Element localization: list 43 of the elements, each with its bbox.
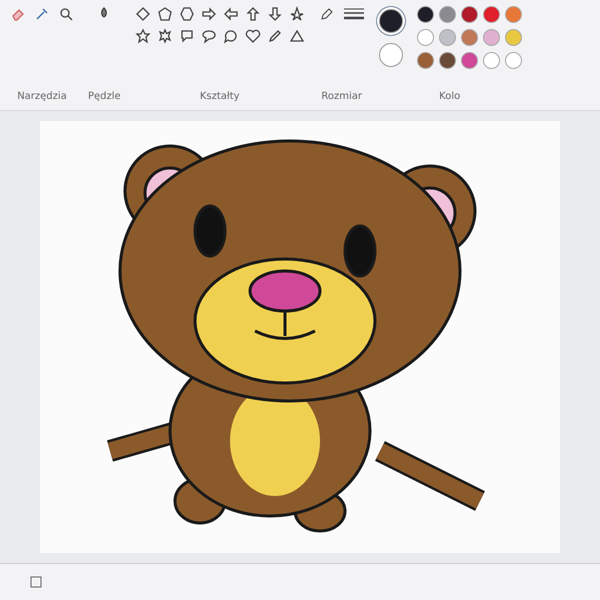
shape-icon[interactable]: [178, 28, 195, 44]
color-swatch[interactable]: [482, 52, 500, 69]
color-swatch[interactable]: [504, 29, 522, 46]
shape-icon[interactable]: [178, 6, 195, 22]
shape-icon[interactable]: [288, 28, 305, 44]
shape-icon[interactable]: [222, 6, 239, 22]
group-label: Rozmiar: [321, 91, 362, 102]
shape-icon[interactable]: [244, 28, 261, 44]
color-swatch[interactable]: [460, 29, 478, 46]
shape-icon[interactable]: [134, 6, 151, 22]
color-swatch[interactable]: [460, 6, 478, 23]
magnifier-icon[interactable]: [58, 6, 74, 22]
pencil-icon[interactable]: [318, 6, 335, 22]
shape-icon[interactable]: [288, 6, 305, 22]
color-swatch[interactable]: [438, 29, 456, 46]
color-swatch[interactable]: [416, 6, 434, 23]
shape-icon[interactable]: [266, 28, 283, 44]
color-swatch[interactable]: [460, 52, 478, 69]
color-swatch[interactable]: [438, 52, 456, 69]
shape-icon[interactable]: [200, 28, 217, 44]
shape-icon[interactable]: [200, 6, 217, 22]
color-swatch[interactable]: [482, 29, 500, 46]
shape-icon[interactable]: [244, 6, 261, 22]
line-thickness-icon[interactable]: [342, 6, 365, 22]
eyedropper-icon[interactable]: [34, 6, 50, 22]
group-label: Kolo: [439, 91, 460, 102]
color-swatch[interactable]: [416, 52, 434, 69]
shape-icon[interactable]: [156, 6, 173, 22]
canvas-size-icon: [30, 576, 42, 588]
current-color-swatch[interactable]: [378, 8, 403, 32]
current-color-swatch[interactable]: [378, 42, 403, 66]
group-label: Kształty: [200, 91, 240, 102]
shape-icon[interactable]: [156, 28, 173, 44]
color-swatch[interactable]: [504, 52, 522, 69]
color-swatch[interactable]: [438, 6, 456, 23]
shape-icon[interactable]: [222, 28, 239, 44]
color-swatch[interactable]: [504, 6, 522, 23]
group-label: Pędzle: [88, 91, 121, 102]
color-swatch[interactable]: [482, 6, 500, 23]
shape-icon[interactable]: [266, 6, 283, 22]
group-label: Narzędzia: [17, 91, 67, 102]
color-swatch[interactable]: [416, 29, 434, 46]
shape-icon[interactable]: [134, 28, 151, 44]
